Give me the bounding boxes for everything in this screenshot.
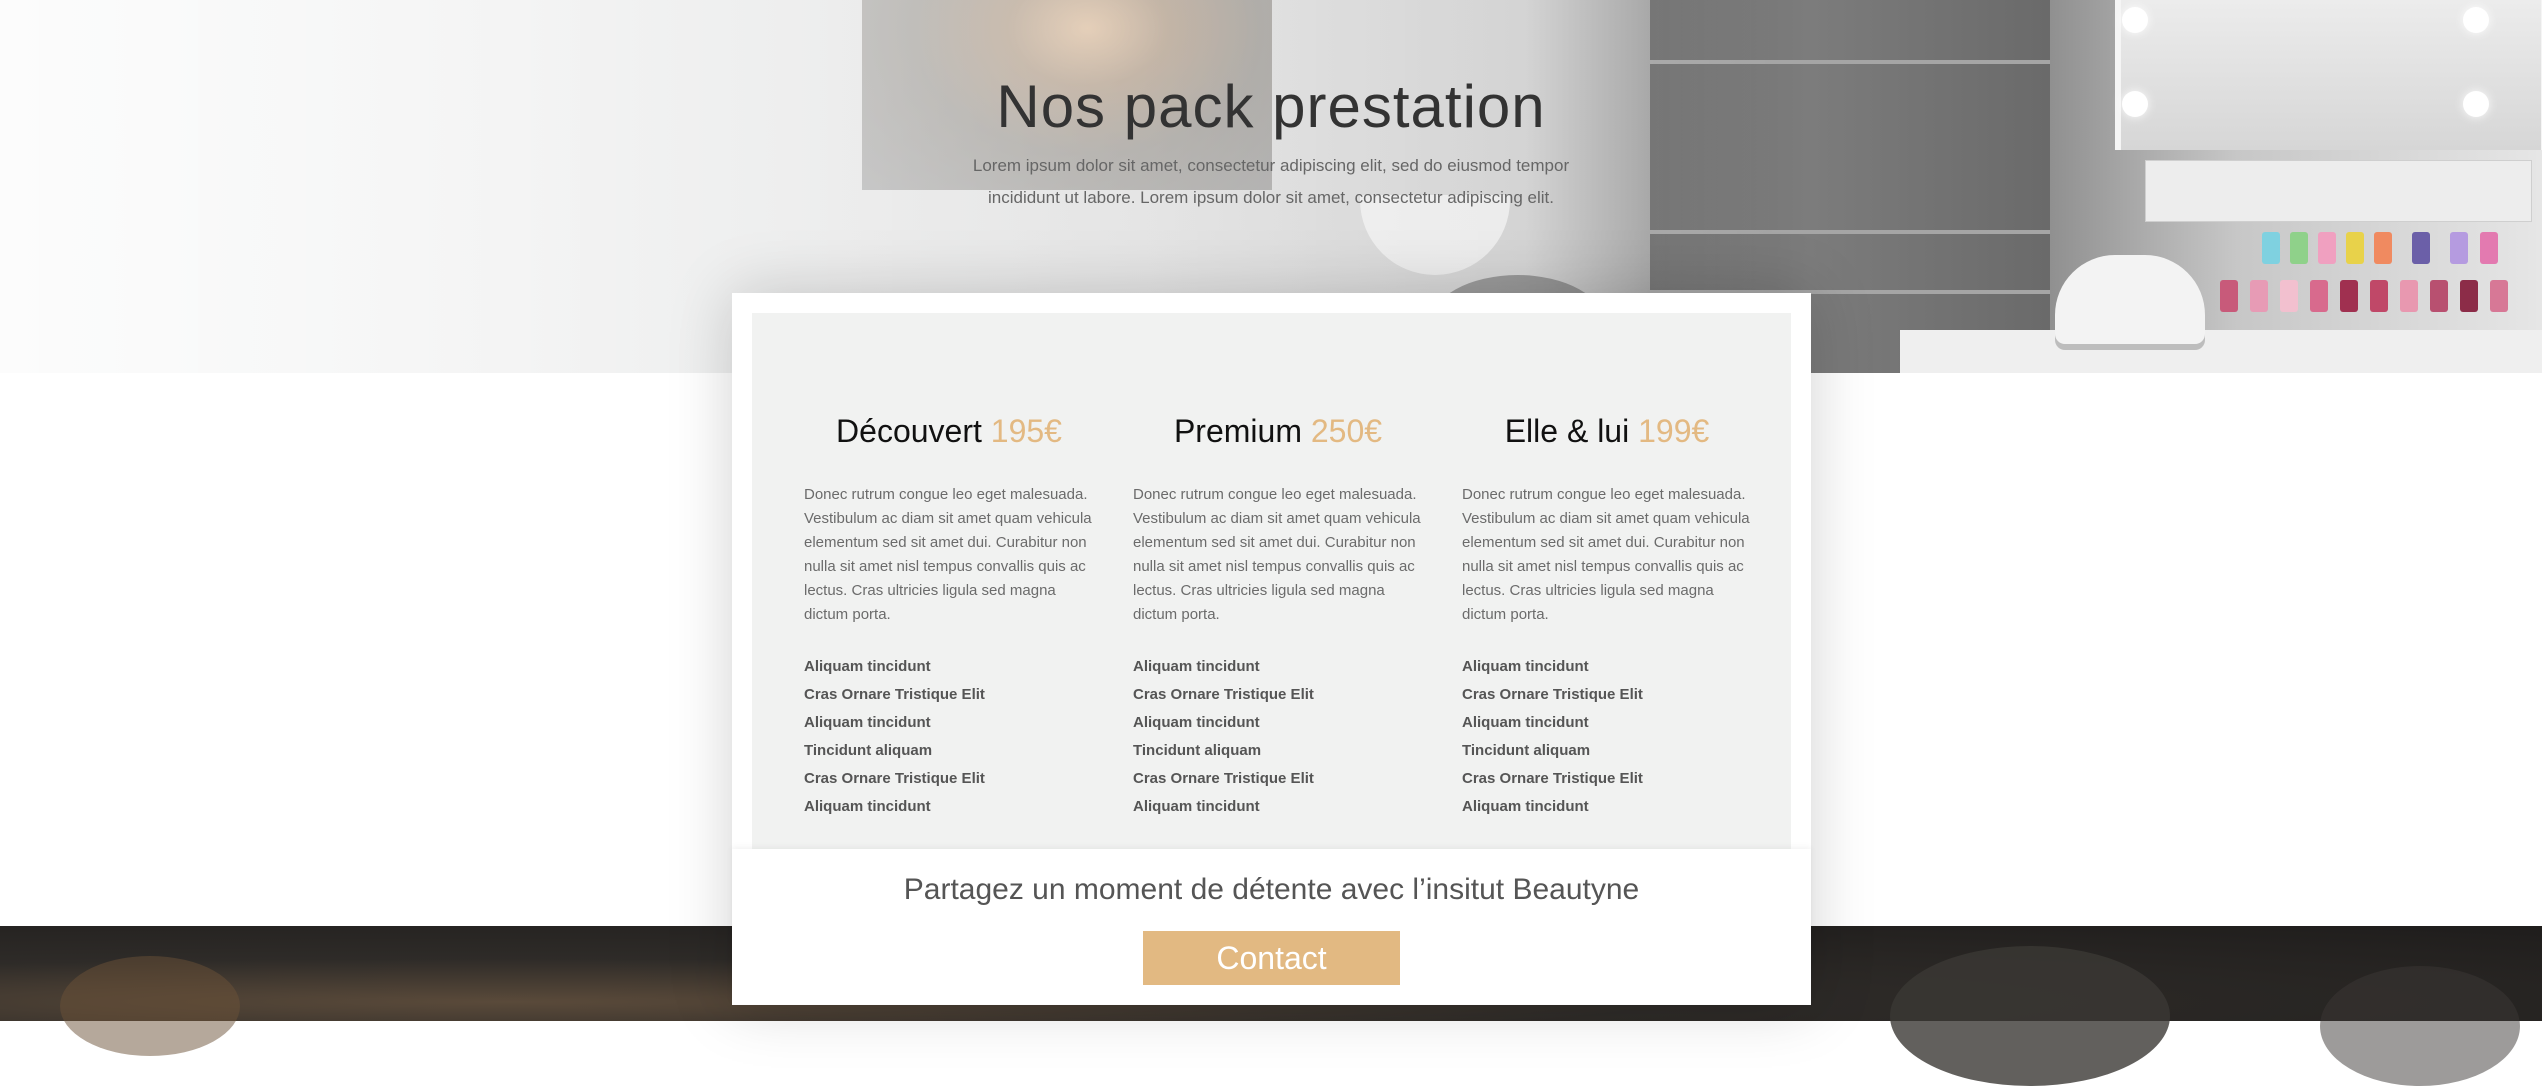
pack-description: Donec rutrum congue leo eget malesuada. … [804, 486, 1092, 623]
cta-box: Partagez un moment de détente avec l’ins… [732, 849, 1811, 1004]
pack-price: 250€ [1310, 413, 1383, 449]
pack-description: Donec rutrum congue leo eget malesuada. … [1462, 486, 1750, 623]
pack-description: Donec rutrum congue leo eget malesuada. … [1133, 486, 1421, 623]
pack-feature: Tincidunt aliquam [1462, 742, 1591, 759]
contact-button[interactable]: Contact [1143, 931, 1400, 985]
pack-price: 199€ [1638, 413, 1710, 449]
pack-features: Aliquam tincidunt Cras Ornare Tristique … [1462, 653, 1643, 821]
pack-price: 195€ [990, 413, 1062, 449]
pack-feature: Aliquam tincidunt [804, 798, 931, 815]
pack-features: Aliquam tincidunt Cras Ornare Tristique … [804, 653, 985, 821]
pack-features: Aliquam tincidunt Cras Ornare Tristique … [1133, 653, 1314, 821]
pack-name: Elle & lui [1504, 413, 1630, 449]
pricing-card-inner: Découvert 195€ Donec rutrum congue leo e… [752, 313, 1791, 849]
pack-feature: Cras Ornare Tristique Elit [1133, 686, 1314, 703]
pack-feature: Cras Ornare Tristique Elit [804, 686, 985, 703]
pack-title: Découvert 195€ [804, 413, 1094, 450]
pack-feature: Aliquam tincidunt [804, 658, 931, 675]
pack-feature: Aliquam tincidunt [1133, 798, 1260, 815]
pack-feature: Aliquam tincidunt [804, 714, 931, 731]
pack-feature: Cras Ornare Tristique Elit [1462, 686, 1643, 703]
pack-feature: Aliquam tincidunt [1133, 658, 1260, 675]
pack-feature: Tincidunt aliquam [804, 742, 933, 759]
pack-feature: Cras Ornare Tristique Elit [804, 770, 985, 787]
pack-title: Elle & lui 199€ [1462, 413, 1752, 450]
pack-name: Premium [1173, 413, 1302, 449]
pack-title: Premium 250€ [1133, 413, 1423, 450]
pack-feature: Aliquam tincidunt [1462, 714, 1589, 731]
pack-feature: Aliquam tincidunt [1462, 658, 1589, 675]
cta-text: Partagez un moment de détente avec l’ins… [903, 873, 1640, 906]
pack-feature: Aliquam tincidunt [1133, 714, 1260, 731]
section-title: Nos pack prestation [996, 73, 1546, 140]
pack-feature: Tincidunt aliquam [1133, 742, 1262, 759]
pack-feature: Cras Ornare Tristique Elit [1462, 770, 1643, 787]
pack-feature: Cras Ornare Tristique Elit [1133, 770, 1314, 787]
pack-feature: Aliquam tincidunt [1462, 798, 1589, 815]
pack-name: Découvert [836, 413, 982, 449]
section-subtitle: Lorem ipsum dolor sit amet, consectetur … [972, 156, 1570, 207]
